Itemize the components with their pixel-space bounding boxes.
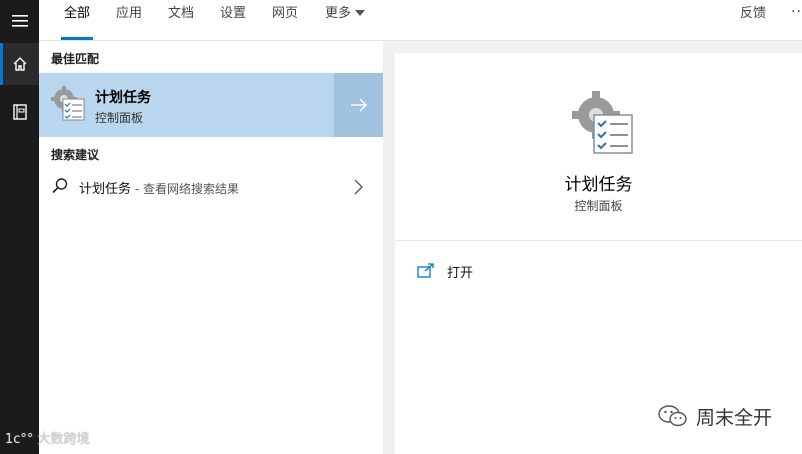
home-icon	[13, 57, 26, 71]
best-match-title: 计划任务	[95, 90, 151, 106]
watermark-dashujuajing: 1c°° 大数跨境	[5, 432, 90, 447]
results-pane: 最佳匹配 计划任务 控制面板 搜索建议 计划任务 - 查看网络搜索结果	[39, 41, 383, 454]
preview-title: 计划任务	[564, 175, 633, 195]
left-rail	[0, 0, 39, 454]
tab-all-label: 全部	[64, 6, 91, 21]
open-external-icon	[417, 263, 434, 278]
best-match-heading: 最佳匹配	[51, 52, 100, 66]
search-icon	[52, 178, 68, 194]
chevron-right-icon	[354, 179, 363, 195]
tab-all[interactable]: 全部	[61, 0, 94, 40]
tab-more-label: 更多	[325, 6, 352, 21]
tab-more[interactable]: 更多	[322, 0, 368, 40]
open-label: 打开	[447, 266, 474, 281]
preview-pane: 计划任务 控制面板 打开 周末全开	[395, 53, 802, 454]
chevron-down-icon	[355, 9, 366, 16]
notebook-icon	[12, 104, 27, 120]
hamburger-menu-icon	[11, 15, 28, 27]
wechat-icon	[658, 405, 687, 427]
suggestion-text: 计划任务 - 查看网络搜索结果	[79, 178, 239, 197]
watermark-text: 周末全开	[696, 407, 773, 429]
notebook-button[interactable]	[0, 91, 39, 133]
tab-settings[interactable]: 设置	[217, 0, 249, 40]
suggestion-query: 计划任务	[79, 182, 132, 197]
tab-apps-label: 应用	[116, 6, 143, 21]
tab-web[interactable]: 网页	[269, 0, 301, 40]
tab-documents[interactable]: 文档	[165, 0, 197, 40]
search-filter-tabs: 全部 应用 文档 设置 网页 更多 反馈 ···	[39, 0, 802, 41]
home-button[interactable]	[0, 43, 39, 85]
best-match-subtitle: 控制面板	[95, 111, 144, 125]
preview-header: 计划任务 控制面板	[395, 53, 802, 241]
web-suggestion-item[interactable]: 计划任务 - 查看网络搜索结果	[39, 171, 383, 203]
best-match-main[interactable]: 计划任务 控制面板	[39, 73, 334, 137]
best-match-item[interactable]: 计划任务 控制面板	[39, 73, 383, 137]
tab-apps[interactable]: 应用	[113, 0, 145, 40]
feedback-button[interactable]: 反馈	[740, 0, 766, 27]
arrow-right-icon	[351, 98, 367, 112]
search-window: 全部 应用 文档 设置 网页 更多 反馈 ··· 最佳匹配	[0, 0, 802, 454]
hamburger-menu-button[interactable]	[0, 0, 39, 42]
search-suggestions-heading: 搜索建议	[51, 148, 100, 162]
task-scheduler-icon	[51, 86, 85, 121]
more-options-button[interactable]: ···	[791, 0, 802, 25]
tab-settings-label: 设置	[220, 6, 247, 21]
tab-documents-label: 文档	[168, 6, 195, 21]
expand-details-button[interactable]	[334, 73, 383, 137]
tab-web-label: 网页	[272, 6, 299, 21]
preview-subtitle: 控制面板	[574, 199, 623, 213]
task-scheduler-large-icon	[572, 91, 633, 154]
suggestion-hint: - 查看网络搜索结果	[131, 182, 239, 196]
